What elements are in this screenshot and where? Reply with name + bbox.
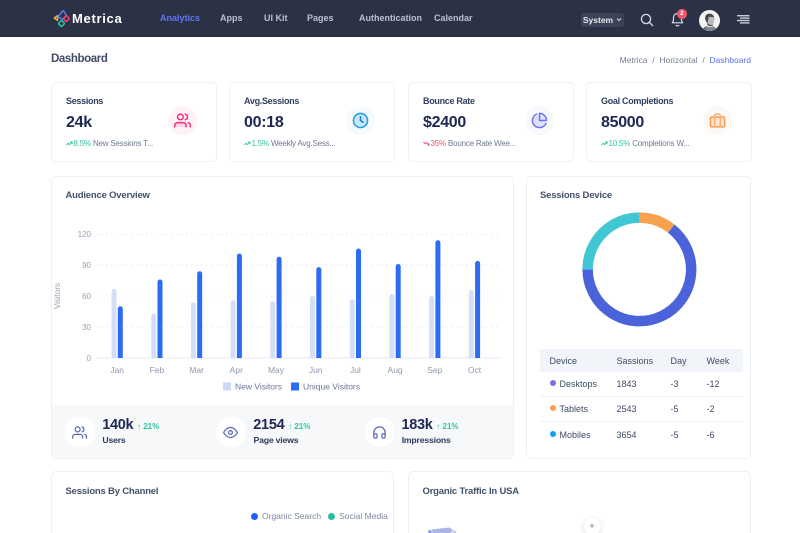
svg-text:Jul: Jul [350, 365, 361, 375]
svg-text:Apr: Apr [230, 365, 243, 375]
svg-text:60: 60 [82, 292, 91, 301]
svg-text:Visitors: Visitors [53, 283, 62, 309]
svg-text:May: May [268, 365, 285, 375]
svg-text:Jun: Jun [309, 365, 323, 375]
svg-text:30: 30 [82, 323, 91, 332]
svg-text:120: 120 [78, 230, 92, 239]
svg-text:Unique Visitors: Unique Visitors [303, 382, 360, 392]
svg-text:Jan: Jan [110, 365, 124, 375]
svg-text:Feb: Feb [150, 365, 165, 375]
svg-text:Aug: Aug [388, 365, 403, 375]
svg-text:0: 0 [87, 354, 92, 363]
svg-text:Sep: Sep [427, 365, 442, 375]
svg-text:Oct: Oct [468, 365, 482, 375]
svg-text:90: 90 [82, 261, 91, 270]
svg-text:Mar: Mar [189, 365, 204, 375]
svg-text:New Visitors: New Visitors [235, 382, 282, 392]
